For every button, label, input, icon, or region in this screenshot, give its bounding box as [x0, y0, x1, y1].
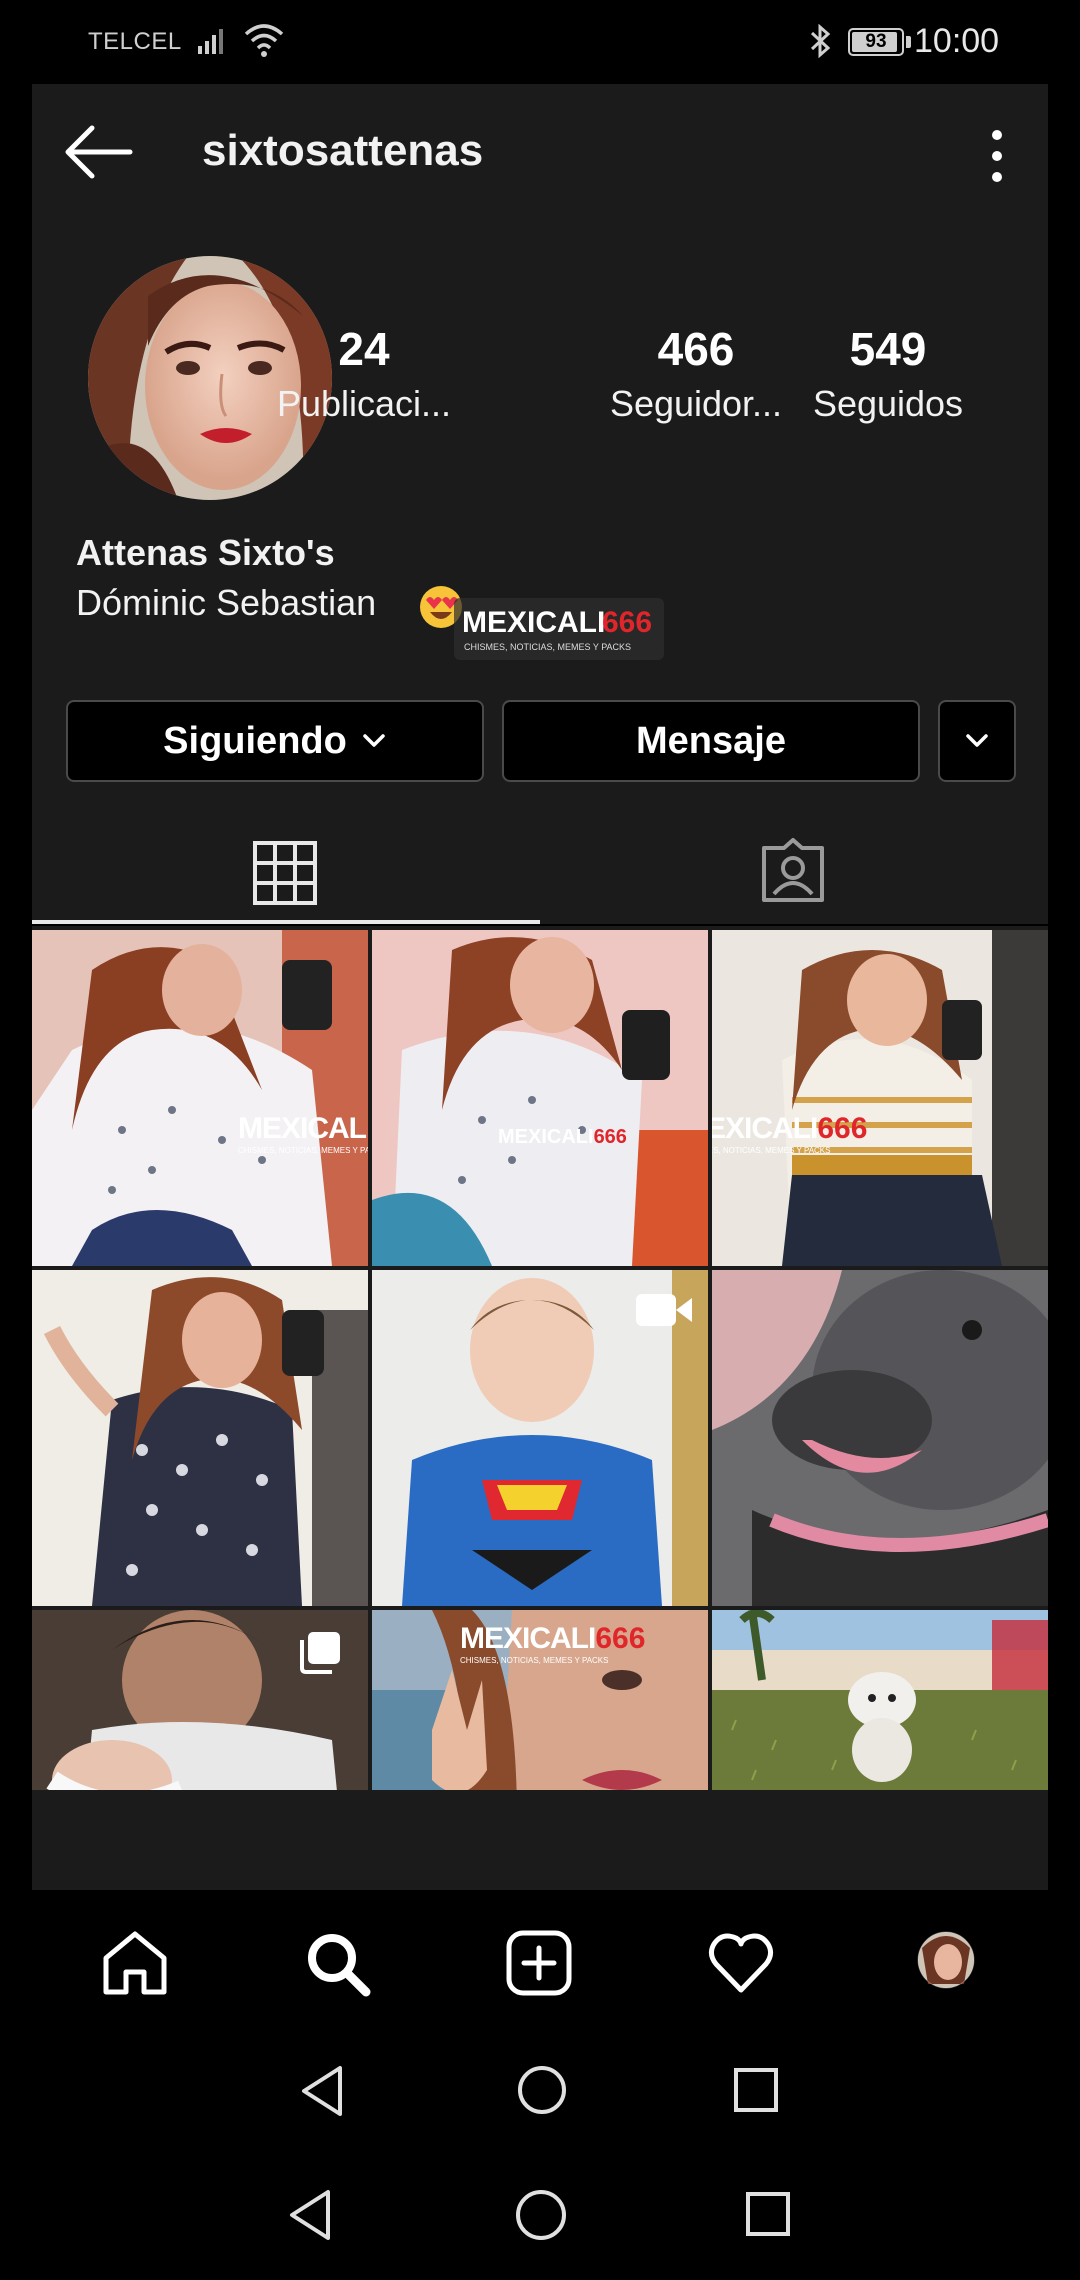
stat-followers[interactable]: 466 Seguidor...: [576, 322, 816, 428]
video-icon: [636, 1294, 692, 1326]
stat-following[interactable]: 549 Seguidos: [796, 322, 980, 428]
post-thumbnail[interactable]: MEXICALI666CHISMES, NOTICIAS, MEMES Y PA…: [712, 930, 1048, 1266]
grid-icon[interactable]: [252, 840, 318, 906]
back-arrow-icon[interactable]: [60, 120, 140, 184]
svg-text:CHISMES, NOTICIAS, MEMES Y PAC: CHISMES, NOTICIAS, MEMES Y PACKS: [464, 642, 631, 652]
watermark-logo: MEXICALI666CHISMES, NOTICIAS, MEMES Y PA…: [460, 1622, 646, 1665]
signal-icon: [198, 29, 223, 54]
tagged-icon[interactable]: [758, 836, 828, 906]
post-thumbnail[interactable]: [712, 1610, 1048, 1790]
profile-header-bar: sixtosattenas: [32, 84, 1048, 220]
post-thumbnail[interactable]: MEXICALI666CHISMES, NOTICIAS, MEMES Y PA…: [32, 930, 368, 1266]
watermark-logo: MEXICALI666CHISMES, NOTICIAS, MEMES Y PA…: [238, 1112, 368, 1155]
profile-tabs: [32, 820, 1048, 924]
stat-followers-label: Seguidor...: [609, 383, 783, 424]
bottom-navigation: [32, 1890, 1048, 2026]
new-post-icon[interactable]: [504, 1928, 574, 1998]
chevron-down-icon: [363, 734, 385, 747]
post-thumbnail[interactable]: MEXICALI666CHISMES, NOTICIAS, MEMES Y PA…: [372, 1610, 708, 1790]
recents-square-icon[interactable]: [744, 2190, 792, 2238]
following-label: Siguiendo: [163, 719, 347, 762]
stat-following-count: 549: [849, 323, 927, 375]
watermark-logo: MEXICALI666CHISMES, NOTICIAS, MEMES Y PA…: [712, 1112, 868, 1155]
stat-following-label: Seguidos: [812, 383, 964, 424]
post-thumbnail[interactable]: [32, 1270, 368, 1606]
post-thumbnail[interactable]: [712, 1270, 1048, 1606]
home-circle-icon[interactable]: [514, 2188, 568, 2242]
message-button[interactable]: Mensaje: [502, 700, 920, 782]
back-icon[interactable]: [286, 2188, 336, 2242]
battery-icon: 93: [848, 28, 904, 56]
bluetooth-icon: [810, 24, 831, 58]
profile-full-name: Attenas Sixto's: [76, 532, 335, 573]
stat-posts-label: Publicaci...: [276, 383, 452, 424]
svg-text:666: 666: [602, 606, 652, 639]
following-button[interactable]: Siguiendo: [66, 700, 484, 782]
stat-posts-count: 24: [338, 323, 390, 375]
home-icon[interactable]: [100, 1928, 170, 1998]
post-thumbnail[interactable]: [372, 1270, 708, 1606]
profile-username: sixtosattenas: [202, 126, 484, 175]
wifi-icon: [244, 24, 284, 57]
post-thumbnail[interactable]: MEXICALI666: [372, 930, 708, 1266]
activity-icon[interactable]: [706, 1928, 776, 1998]
carrier-label: TELCEL: [88, 28, 182, 55]
clock: 10:00: [914, 22, 1000, 60]
carousel-icon: [300, 1632, 340, 1674]
status-bar: TELCEL 93 10:00: [0, 0, 1080, 84]
search-icon[interactable]: [302, 1928, 372, 1998]
posts-grid: MEXICALI666CHISMES, NOTICIAS, MEMES Y PA…: [32, 930, 1048, 1790]
watermark-logo: MEXICALI666: [498, 1126, 627, 1148]
back-icon[interactable]: [298, 2064, 348, 2118]
svg-text:MEXICALI: MEXICALI: [462, 606, 605, 639]
battery-level: 93: [865, 31, 887, 52]
chevron-down-icon: [966, 734, 988, 747]
home-circle-icon[interactable]: [516, 2064, 568, 2116]
stat-posts[interactable]: 24 Publicaci...: [272, 322, 456, 428]
suggested-accounts-button[interactable]: [938, 700, 1016, 782]
profile-bio: Dóminic Sebastian: [76, 582, 377, 623]
message-label: Mensaje: [636, 719, 786, 762]
post-thumbnail[interactable]: [32, 1610, 368, 1790]
profile-avatar[interactable]: [916, 1930, 976, 1990]
more-options-icon[interactable]: [982, 126, 1012, 186]
instagram-app: sixtosattenas 24 Publicaci... 466 Seguid…: [32, 84, 1048, 2026]
watermark-logo: MEXICALI 666 CHISMES, NOTICIAS, MEMES Y …: [454, 598, 664, 660]
recents-square-icon[interactable]: [732, 2066, 780, 2114]
system-navigation-bar: [0, 2150, 1080, 2280]
stat-followers-count: 466: [657, 323, 735, 375]
system-navigation-bar: [0, 2026, 1080, 2156]
